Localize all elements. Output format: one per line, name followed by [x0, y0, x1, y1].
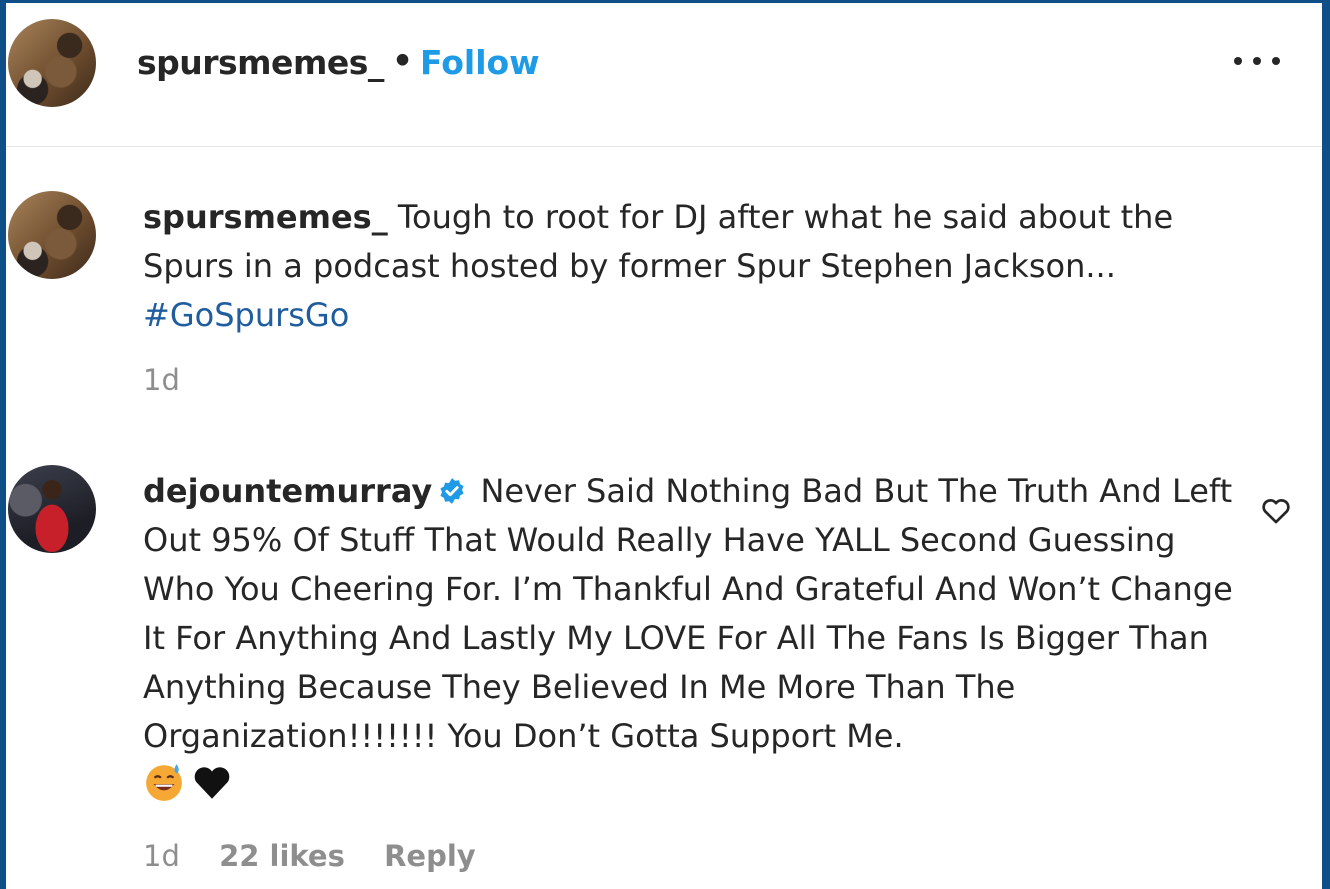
- commenter-avatar[interactable]: [8, 465, 96, 553]
- caption-avatar[interactable]: [8, 191, 96, 279]
- reply-button[interactable]: Reply: [384, 839, 476, 873]
- comment-timestamp[interactable]: 1d: [143, 839, 180, 873]
- author-avatar[interactable]: [8, 19, 96, 107]
- black-heart-emoji: [194, 767, 230, 799]
- verified-badge-icon: [440, 478, 464, 504]
- instagram-post-comments: spursmemes_ • Follow spursmemes_ Tough t…: [6, 3, 1322, 889]
- more-options-icon[interactable]: [1232, 49, 1282, 73]
- comment-text: Never Said Nothing Bad But The Truth And…: [143, 472, 1233, 755]
- follow-button[interactable]: Follow: [420, 43, 540, 82]
- post-caption: spursmemes_ Tough to root for DJ after w…: [143, 193, 1223, 340]
- post-header: spursmemes_ • Follow: [6, 3, 1322, 147]
- caption-timestamp[interactable]: 1d: [143, 363, 180, 397]
- caption-hashtag[interactable]: #GoSpursGo: [143, 296, 349, 334]
- comment-meta: 1d 22 likes Reply: [143, 839, 543, 873]
- separator-dot: •: [392, 41, 414, 80]
- comment-username[interactable]: dejountemurray: [143, 472, 432, 510]
- comment-body: dejountemurray Never Said Nothing Bad Bu…: [143, 467, 1233, 811]
- heart-outline-icon[interactable]: [1258, 493, 1294, 527]
- author-username[interactable]: spursmemes_: [137, 43, 384, 82]
- grinning-sweat-emoji: [146, 764, 182, 801]
- comment-likes[interactable]: 22 likes: [219, 839, 345, 873]
- caption-username[interactable]: spursmemes_: [143, 198, 388, 236]
